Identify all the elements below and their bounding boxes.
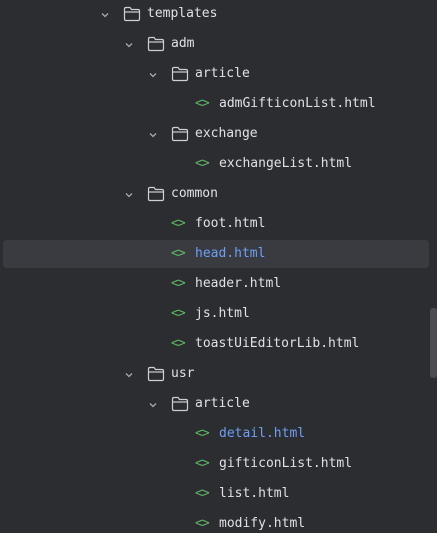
chevron-down-icon[interactable]	[125, 41, 133, 49]
tree-row-label: article	[195, 396, 250, 411]
tree-row-label: detail.html	[219, 426, 306, 441]
tree-row-label: admGifticonList.html	[219, 96, 376, 111]
folder-icon	[171, 66, 189, 82]
tree-row-detail[interactable]: <> detail.html	[0, 420, 437, 450]
tree-row-usr-article[interactable]: article	[0, 390, 437, 420]
chevron-down-icon[interactable]	[149, 71, 157, 79]
vertical-scrollbar[interactable]	[430, 308, 437, 378]
tree-row-js[interactable]: <> js.html	[0, 300, 437, 330]
tree-row-label: toastUiEditorLib.html	[195, 336, 360, 351]
html-icon: <>	[171, 306, 186, 321]
tree-row-label: list.html	[219, 486, 290, 501]
tree-row-label: adm	[171, 36, 195, 51]
tree-row-label: head.html	[195, 246, 266, 261]
folder-icon	[147, 186, 165, 202]
tree-row-admGifticonList[interactable]: <> admGifticonList.html	[0, 90, 437, 120]
folder-icon	[123, 6, 141, 22]
tree-row-exchange[interactable]: exchange	[0, 120, 437, 150]
tree-row-adm-article[interactable]: article	[0, 60, 437, 90]
chevron-down-icon[interactable]	[101, 11, 109, 19]
folder-icon	[147, 36, 165, 52]
tree-row-exchangeList[interactable]: <> exchangeList.html	[0, 150, 437, 180]
html-icon: <>	[171, 276, 186, 291]
chevron-down-icon[interactable]	[125, 191, 133, 199]
tree-row-label: gifticonList.html	[219, 456, 353, 471]
tree-row-label: modify.html	[219, 516, 306, 531]
html-icon: <>	[195, 516, 210, 531]
tree-row-adm[interactable]: adm	[0, 30, 437, 60]
tree-row-label: header.html	[195, 276, 282, 291]
chevron-down-icon[interactable]	[149, 401, 157, 409]
tree-row-common[interactable]: common	[0, 180, 437, 210]
html-icon: <>	[171, 336, 186, 351]
html-icon: <>	[195, 96, 210, 111]
html-icon: <>	[195, 426, 210, 441]
tree-row-label: article	[195, 66, 250, 81]
folder-icon	[147, 366, 165, 382]
tree-row-head-selected[interactable]: <> head.html	[0, 240, 437, 270]
tree-row-label: common	[171, 186, 218, 201]
tree-row-gifticonList[interactable]: <> gifticonList.html	[0, 450, 437, 480]
tree-row-label: exchange	[195, 126, 258, 141]
tree-row-label: js.html	[195, 306, 250, 321]
tree-row-label: templates	[147, 6, 218, 21]
tree-row-label: usr	[171, 366, 195, 381]
html-icon: <>	[195, 486, 210, 501]
tree-row-foot[interactable]: <> foot.html	[0, 210, 437, 240]
tree-row-templates[interactable]: templates	[0, 0, 437, 30]
tree-row-list[interactable]: <> list.html	[0, 480, 437, 510]
html-icon: <>	[171, 246, 186, 261]
chevron-down-icon[interactable]	[125, 371, 133, 379]
tree-row-label: exchangeList.html	[219, 156, 353, 171]
tree-row-modify[interactable]: <> modify.html	[0, 510, 437, 533]
html-icon: <>	[171, 216, 186, 231]
html-icon: <>	[195, 156, 210, 171]
folder-icon	[171, 126, 189, 142]
project-tree: templates adm article <> admGifticonList…	[0, 0, 437, 533]
chevron-down-icon[interactable]	[149, 131, 157, 139]
tree-row-header[interactable]: <> header.html	[0, 270, 437, 300]
html-icon: <>	[195, 456, 210, 471]
tree-row-toastUiEditorLib[interactable]: <> toastUiEditorLib.html	[0, 330, 437, 360]
tree-row-label: foot.html	[195, 216, 266, 231]
folder-icon	[171, 396, 189, 412]
tree-row-usr[interactable]: usr	[0, 360, 437, 390]
